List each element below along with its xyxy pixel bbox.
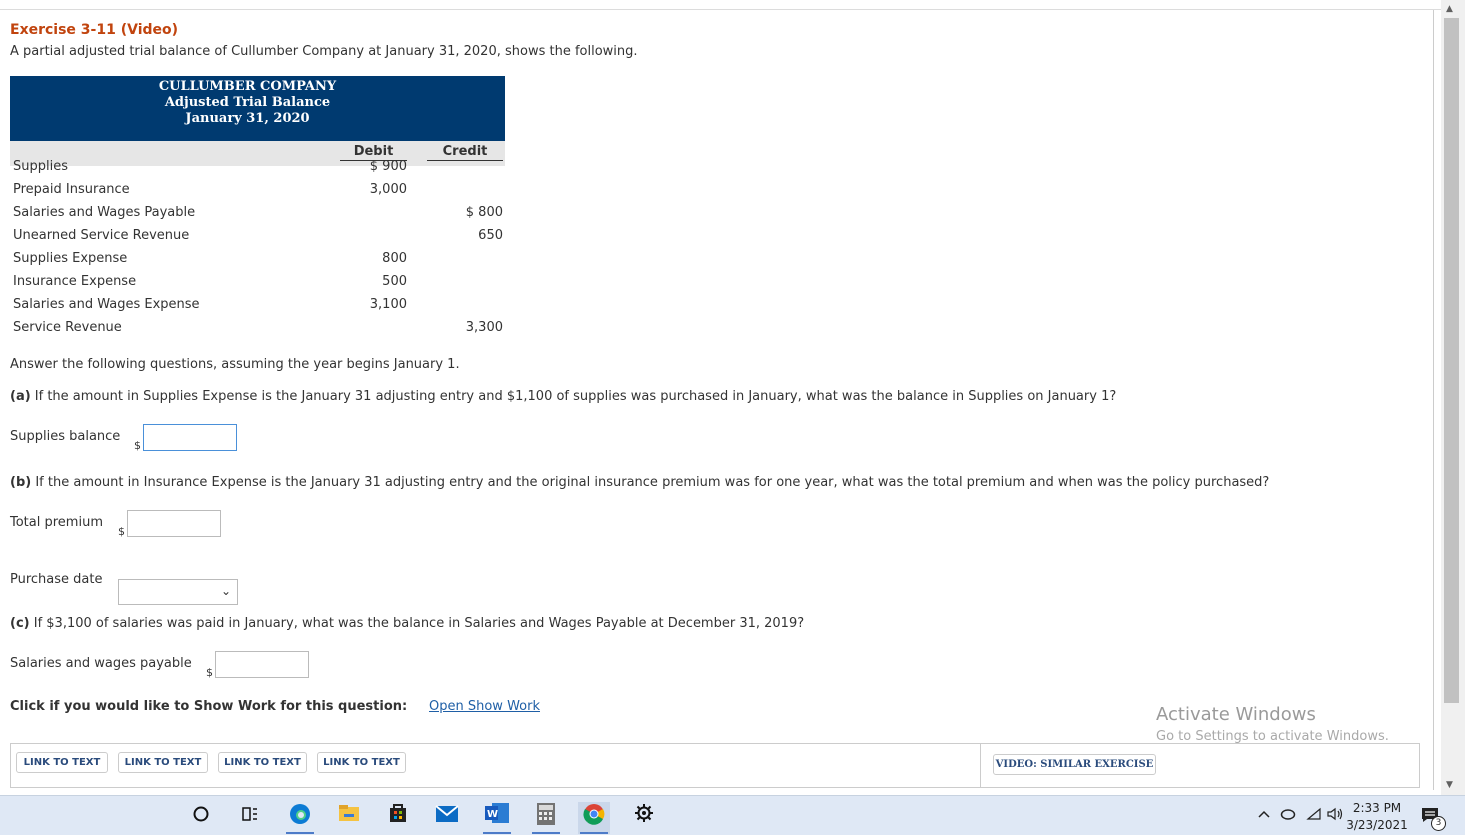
salaries-payable-label: Salaries and wages payable <box>10 656 192 671</box>
wifi-icon[interactable] <box>1306 807 1322 835</box>
statement-name: Adjusted Trial Balance <box>164 95 331 110</box>
active-indicator <box>286 832 314 834</box>
table-row: Insurance Expense 500 <box>10 274 505 297</box>
currency-symbol: $ <box>134 439 141 452</box>
edge-icon[interactable] <box>284 802 316 834</box>
word-icon[interactable]: W <box>481 802 513 834</box>
purchase-date-label: Purchase date <box>10 572 103 587</box>
activate-windows-subtext: Go to Settings to activate Windows. <box>1156 729 1389 744</box>
debit-amount: 500 <box>382 274 407 289</box>
account-name: Supplies <box>13 159 68 174</box>
top-strip <box>0 0 1441 10</box>
table-row: Salaries and Wages Payable $ 800 <box>10 205 505 228</box>
link-to-text-button[interactable]: LINK TO TEXT <box>218 752 307 773</box>
notification-badge: 3 <box>1431 816 1446 831</box>
link-to-text-button[interactable]: LINK TO TEXT <box>317 752 406 773</box>
table-row: Service Revenue 3,300 <box>10 320 505 343</box>
account-name: Prepaid Insurance <box>13 182 130 197</box>
onedrive-icon[interactable] <box>1280 808 1296 835</box>
chevron-up-icon[interactable] <box>1258 808 1270 835</box>
exercise-intro: A partial adjusted trial balance of Cull… <box>10 44 638 59</box>
credit-amount: 650 <box>478 228 503 243</box>
link-to-text-button[interactable]: LINK TO TEXT <box>118 752 208 773</box>
account-name: Unearned Service Revenue <box>13 228 190 243</box>
supplies-balance-label: Supplies balance <box>10 429 121 444</box>
exercise-content: Exercise 3-11 (Video) A partial adjusted… <box>0 10 1434 790</box>
task-view-icon[interactable] <box>234 802 266 834</box>
table-row: Supplies $ 900 <box>10 159 505 182</box>
windows-taskbar: W 2:33 PM 3/23/2021 3 <box>0 795 1465 835</box>
currency-symbol: $ <box>206 666 213 679</box>
debit-amount: 3,100 <box>369 297 407 312</box>
credit-amount: 3,300 <box>465 320 503 335</box>
question-c-label: (c) <box>10 616 30 631</box>
active-indicator <box>483 832 511 834</box>
trial-balance-header: CULLUMBER COMPANY Adjusted Trial Balance… <box>10 76 505 141</box>
chevron-down-icon: ⌄ <box>220 584 231 598</box>
activate-windows-watermark: Activate Windows <box>1156 704 1316 725</box>
vertical-scrollbar[interactable]: ▲ ▼ <box>1441 0 1465 795</box>
account-name: Salaries and Wages Expense <box>13 297 200 312</box>
system-clock[interactable]: 2:33 PM 3/23/2021 <box>1346 800 1408 834</box>
question-c-text: If $3,100 of salaries was paid in Januar… <box>33 616 805 631</box>
resource-bar: LINK TO TEXT LINK TO TEXT LINK TO TEXT L… <box>10 743 1420 788</box>
clock-date: 3/23/2021 <box>1346 818 1408 832</box>
divider <box>980 744 981 788</box>
debit-amount: 3,000 <box>369 182 407 197</box>
show-work-prompt: Click if you would like to Show Work for… <box>10 699 408 714</box>
account-name: Service Revenue <box>13 320 122 335</box>
question-b: (b) If the amount in Insurance Expense i… <box>10 475 1269 490</box>
chrome-icon[interactable] <box>578 802 610 834</box>
video-similar-exercise-button[interactable]: VIDEO: SIMILAR EXERCISE <box>993 754 1156 775</box>
question-a-label: (a) <box>10 389 31 404</box>
debit-amount: 800 <box>382 251 407 266</box>
table-row: Salaries and Wages Expense 3,100 <box>10 297 505 320</box>
credit-amount: $ 800 <box>465 205 503 220</box>
file-explorer-icon[interactable] <box>333 802 365 834</box>
search-circle-icon[interactable] <box>185 802 217 834</box>
active-indicator <box>532 832 560 834</box>
debit-amount: $ 900 <box>369 159 407 174</box>
account-name: Insurance Expense <box>13 274 137 289</box>
question-b-label: (b) <box>10 475 32 490</box>
store-icon[interactable] <box>382 802 414 834</box>
currency-symbol: $ <box>118 525 125 538</box>
question-a-text: If the amount in Supplies Expense is the… <box>34 389 1117 404</box>
settings-icon[interactable] <box>628 802 660 834</box>
scroll-down-icon[interactable]: ▼ <box>1446 780 1453 790</box>
instructions: Answer the following questions, assuming… <box>10 357 460 372</box>
clock-time: 2:33 PM <box>1352 801 1402 815</box>
account-name: Salaries and Wages Payable <box>13 205 196 220</box>
active-indicator <box>580 832 608 834</box>
calculator-icon[interactable] <box>530 802 562 834</box>
account-name: Supplies Expense <box>13 251 128 266</box>
salaries-payable-input[interactable] <box>215 651 309 678</box>
question-a: (a) If the amount in Supplies Expense is… <box>10 389 1116 404</box>
purchase-date-select[interactable]: ⌄ <box>118 579 238 605</box>
exercise-title: Exercise 3-11 (Video) <box>10 22 179 38</box>
company-name: CULLUMBER COMPANY <box>158 79 337 94</box>
supplies-balance-input[interactable] <box>143 424 237 451</box>
table-row: Supplies Expense 800 <box>10 251 505 274</box>
scroll-up-icon[interactable]: ▲ <box>1446 4 1453 14</box>
question-c: (c) If $3,100 of salaries was paid in Ja… <box>10 616 804 631</box>
question-b-text: If the amount in Insurance Expense is th… <box>35 475 1270 490</box>
open-show-work-link[interactable]: Open Show Work <box>429 699 540 714</box>
statement-date: January 31, 2020 <box>185 111 310 126</box>
mail-icon[interactable] <box>431 802 463 834</box>
table-row: Prepaid Insurance 3,000 <box>10 182 505 205</box>
volume-icon[interactable] <box>1326 807 1344 835</box>
table-row: Unearned Service Revenue 650 <box>10 228 505 251</box>
total-premium-label: Total premium <box>10 515 103 530</box>
total-premium-input[interactable] <box>127 510 221 537</box>
link-to-text-button[interactable]: LINK TO TEXT <box>16 752 108 773</box>
scroll-thumb[interactable] <box>1444 18 1459 703</box>
svg-text:W: W <box>487 809 498 820</box>
